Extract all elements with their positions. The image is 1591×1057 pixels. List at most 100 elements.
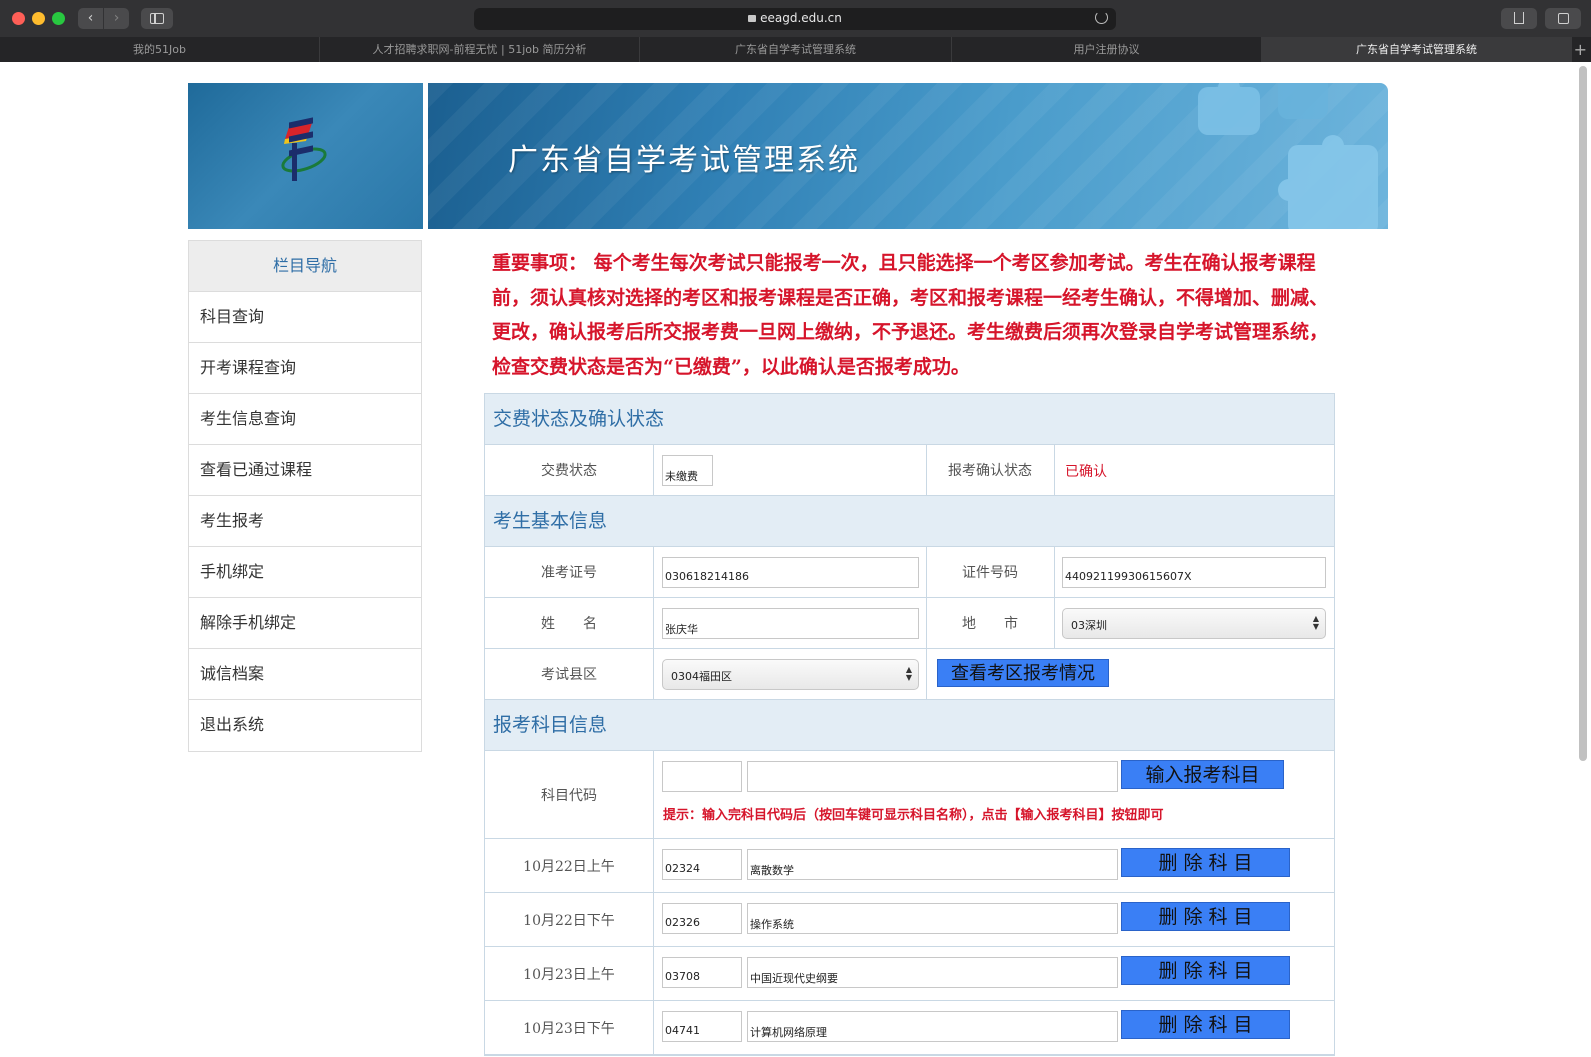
subject-row: 10月22日上午 02324 离散数学 删 除 科 目 xyxy=(485,839,1334,893)
subject-input-row: 科目代码 输入报考科目 提示：输入完科目代码后（按回车键可显示科目名称），点击【… xyxy=(485,751,1334,839)
sidebar-item-passed-courses[interactable]: 查看已通过课程 xyxy=(189,445,421,496)
close-window-button[interactable] xyxy=(12,12,25,25)
subject-name-input[interactable] xyxy=(747,761,1118,792)
payment-status-row: 交费状态 未缴费 报考确认状态 已确认 xyxy=(485,445,1334,496)
confirm-status-value: 已确认 xyxy=(1065,464,1107,480)
select-arrows-icon: ▲ ▼ xyxy=(905,665,912,682)
city-select-value: 03深圳 xyxy=(1071,619,1107,632)
district-label: 考试县区 xyxy=(541,667,597,683)
reload-icon[interactable] xyxy=(1095,11,1108,24)
banner: 广东省自学考试管理系统 xyxy=(428,83,1388,229)
delete-subject-button[interactable]: 删 除 科 目 xyxy=(1121,902,1290,931)
subject-code-field: 02324 xyxy=(662,849,742,880)
section-payment-status: 交费状态及确认状态 xyxy=(485,394,1334,445)
address-bar[interactable]: eeagd.edu.cn xyxy=(474,8,1116,30)
chevron-left-icon: ‹ xyxy=(87,10,94,26)
minimize-window-button[interactable] xyxy=(32,12,45,25)
sidebar-item-course-query[interactable]: 开考课程查询 xyxy=(189,343,421,394)
important-notice: 重要事项： 每个考生每次考试只能报考一次，且只能选择一个考区参加考试。考生在确认… xyxy=(492,252,1329,378)
sidebar-item-bind-phone[interactable]: 手机绑定 xyxy=(189,547,421,598)
sidebar-icon xyxy=(150,13,164,24)
page-scrollbar[interactable] xyxy=(1579,66,1587,761)
subject-name-field: 离散数学 xyxy=(747,849,1118,880)
section-subjects: 报考科目信息 xyxy=(485,700,1334,751)
puzzle-piece-decoration xyxy=(1278,135,1378,229)
sidebar-heading: 栏目导航 xyxy=(189,241,421,292)
sidebar-item-registration[interactable]: 考生报考 xyxy=(189,496,421,547)
browser-chrome: ‹ › eeagd.edu.cn 我的51Job 人才招聘求职网-前程无忧 | … xyxy=(0,0,1591,62)
subject-code-label: 科目代码 xyxy=(541,787,597,804)
exam-time: 10月22日上午 xyxy=(523,858,615,875)
tab-exam-system-active[interactable]: 广东省自学考试管理系统 xyxy=(1262,37,1572,62)
tab-51job[interactable]: 我的51Job xyxy=(0,37,320,62)
subject-name-field: 中国近现代史纲要 xyxy=(747,957,1118,988)
id-number-label: 证件号码 xyxy=(962,565,1018,581)
exam-time: 10月22日下午 xyxy=(523,912,615,929)
view-district-button[interactable]: 查看考区报考情况 xyxy=(937,659,1109,687)
section-basic-info: 考生基本信息 xyxy=(485,496,1334,547)
page-title: 广东省自学考试管理系统 xyxy=(508,143,860,178)
puzzle-piece-decoration xyxy=(1278,83,1328,119)
fee-status-field: 未缴费 xyxy=(662,455,713,486)
admission-number-label: 准考证号 xyxy=(541,565,597,581)
name-label: 姓 名 xyxy=(541,616,597,632)
back-button[interactable]: ‹ xyxy=(78,8,103,29)
city-label: 地 市 xyxy=(962,616,1018,632)
subject-row: 10月23日上午 03708 中国近现代史纲要 删 除 科 目 xyxy=(485,947,1334,1001)
new-tab-button[interactable]: + xyxy=(1574,37,1587,62)
select-arrows-icon: ▲ ▼ xyxy=(1312,614,1319,631)
exam-logo xyxy=(281,117,327,181)
fee-status-label: 交费状态 xyxy=(541,463,597,479)
puzzle-piece-decoration xyxy=(1198,83,1260,135)
share-button[interactable] xyxy=(1501,8,1537,29)
name-field[interactable]: 张庆华 xyxy=(662,608,919,639)
subject-code-field: 02326 xyxy=(662,903,742,934)
chevron-right-icon: › xyxy=(113,10,120,26)
subject-code-field: 04741 xyxy=(662,1011,742,1042)
delete-subject-button[interactable]: 删 除 科 目 xyxy=(1121,956,1290,985)
banner-logo-panel xyxy=(188,83,423,229)
sidebar-item-subject-query[interactable]: 科目查询 xyxy=(189,292,421,343)
tab-exam-system[interactable]: 广东省自学考试管理系统 xyxy=(640,37,952,62)
subject-code-input[interactable] xyxy=(662,761,742,792)
tab-overview-button[interactable] xyxy=(1545,8,1581,29)
subject-hint: 提示：输入完科目代码后（按回车键可显示科目名称），点击【输入报考科目】按钮即可 xyxy=(663,808,1164,823)
sidebar-nav: 栏目导航 科目查询 开考课程查询 考生信息查询 查看已通过课程 考生报考 手机绑… xyxy=(188,240,422,752)
sidebar-toggle-button[interactable] xyxy=(141,8,173,29)
name-row: 姓 名 张庆华 地 市 03深圳 ▲ ▼ xyxy=(485,598,1334,649)
admission-row: 准考证号 030618214186 证件号码 44092119930615607… xyxy=(485,547,1334,598)
lock-icon xyxy=(748,15,757,22)
title-bar: ‹ › eeagd.edu.cn xyxy=(0,0,1591,37)
url-text: eeagd.edu.cn xyxy=(760,11,842,25)
tab-user-agreement[interactable]: 用户注册协议 xyxy=(952,37,1262,62)
forward-button[interactable]: › xyxy=(104,8,129,29)
tab-51job-resume[interactable]: 人才招聘求职网-前程无忧 | 51job 简历分析 xyxy=(320,37,640,62)
delete-subject-button[interactable]: 删 除 科 目 xyxy=(1121,848,1290,877)
admission-number-field[interactable]: 030618214186 xyxy=(662,557,919,588)
subject-code-field: 03708 xyxy=(662,957,742,988)
exam-time: 10月23日下午 xyxy=(523,1020,615,1037)
exam-time: 10月23日上午 xyxy=(523,966,615,983)
sidebar-item-candidate-info[interactable]: 考生信息查询 xyxy=(189,394,421,445)
sidebar-item-integrity-record[interactable]: 诚信档案 xyxy=(189,649,421,700)
district-row: 考试县区 0304福田区 ▲ ▼ 查看考区报考情况 xyxy=(485,649,1334,700)
add-subject-button[interactable]: 输入报考科目 xyxy=(1121,760,1284,789)
subject-name-field: 操作系统 xyxy=(747,903,1118,934)
district-select-value: 0304福田区 xyxy=(671,670,732,683)
zoom-window-button[interactable] xyxy=(52,12,65,25)
subject-row: 10月22日下午 02326 操作系统 删 除 科 目 xyxy=(485,893,1334,947)
registration-form: 交费状态及确认状态 交费状态 未缴费 报考确认状态 已确认 考生基本信息 准考证… xyxy=(484,393,1335,1056)
subject-name-field: 计算机网络原理 xyxy=(747,1011,1118,1042)
sidebar-item-unbind-phone[interactable]: 解除手机绑定 xyxy=(189,598,421,649)
tabs-icon xyxy=(1558,13,1569,24)
id-number-field[interactable]: 44092119930615607X xyxy=(1062,557,1326,588)
share-icon xyxy=(1514,12,1524,24)
tab-strip: 我的51Job 人才招聘求职网-前程无忧 | 51job 简历分析 广东省自学考… xyxy=(0,37,1591,62)
sidebar-item-logout[interactable]: 退出系统 xyxy=(189,700,421,751)
delete-subject-button[interactable]: 删 除 科 目 xyxy=(1121,1010,1290,1039)
district-select[interactable]: 0304福田区 ▲ ▼ xyxy=(662,659,919,690)
city-select[interactable]: 03深圳 ▲ ▼ xyxy=(1062,608,1326,639)
subject-row: 10月23日下午 04741 计算机网络原理 删 除 科 目 xyxy=(485,1001,1334,1055)
confirm-status-label: 报考确认状态 xyxy=(948,463,1032,479)
url-display: eeagd.edu.cn xyxy=(474,11,1116,25)
